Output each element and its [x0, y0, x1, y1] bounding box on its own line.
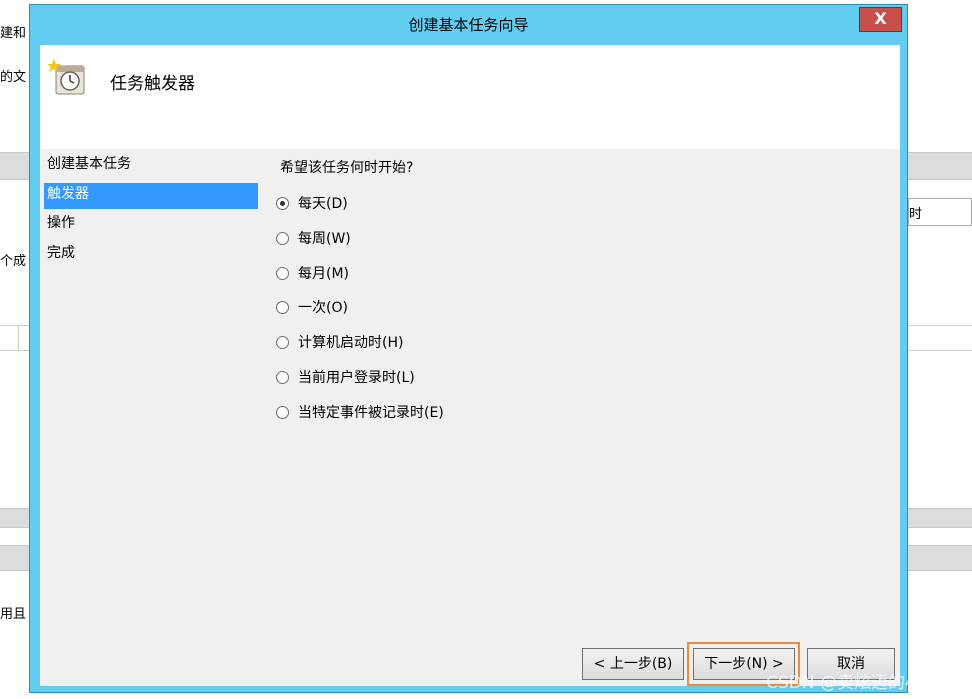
bg-header-strip: [0, 508, 29, 528]
bg-header-strip: [0, 152, 29, 180]
bg-header-strip: [0, 545, 29, 571]
radio-button[interactable]: [276, 370, 289, 384]
radio-label: 计算机启动时(H): [298, 335, 404, 351]
radio-button[interactable]: [276, 231, 289, 245]
watermark: CSDN @卖炫迈的小男孩: [766, 673, 956, 693]
bg-line: [0, 325, 29, 326]
radio-once[interactable]: 一次(O): [276, 295, 348, 319]
radio-on-event[interactable]: 当特定事件被记录时(E): [276, 400, 444, 424]
bg-header-strip: [908, 152, 972, 180]
bg-text: 用且: [0, 607, 27, 622]
bg-line: [0, 350, 29, 351]
radio-button[interactable]: [276, 266, 289, 280]
radio-label: 每天(D): [298, 196, 348, 212]
trigger-options-panel: 希望该任务何时开始? 每天(D) 每周(W) 每月(M) 一次(O) 计算机启动…: [260, 149, 900, 619]
nav-step-label: 触发器: [47, 186, 89, 202]
bg-text: 时: [909, 207, 923, 222]
create-basic-task-wizard: 创建基本任务向导 X 任务触发器 创建基本任务 触发器 操作 完成 希望该任务何…: [29, 4, 908, 693]
radio-at-startup[interactable]: 计算机启动时(H): [276, 330, 403, 354]
radio-button[interactable]: [276, 300, 289, 314]
wizard-steps-nav: 创建基本任务 触发器 操作 完成: [40, 149, 260, 686]
close-button[interactable]: X: [859, 7, 902, 32]
nav-step-trigger[interactable]: 触发器: [44, 183, 258, 209]
bg-text: 建和: [0, 26, 27, 41]
radio-button[interactable]: [276, 196, 289, 210]
radio-at-logon[interactable]: 当前用户登录时(L): [276, 365, 415, 389]
title-bar[interactable]: 创建基本任务向导 X: [30, 5, 907, 43]
bg-line: [18, 325, 19, 351]
close-icon: X: [874, 9, 887, 28]
dialog-client-area: 任务触发器 创建基本任务 触发器 操作 完成 希望该任务何时开始? 每天(D): [40, 45, 900, 686]
nav-step-label: 操作: [47, 215, 75, 231]
nav-step-label: 完成: [47, 245, 75, 261]
radio-label: 当特定事件被记录时(E): [298, 405, 444, 421]
back-button[interactable]: < 上一步(B): [582, 648, 684, 680]
bg-line: [908, 350, 972, 351]
bg-header-strip: [908, 508, 972, 528]
radio-label: 一次(O): [298, 300, 348, 316]
radio-label: 每月(M): [298, 266, 350, 282]
bg-header-strip: [908, 545, 972, 571]
radio-label: 当前用户登录时(L): [298, 370, 415, 386]
nav-step-finish[interactable]: 完成: [44, 242, 258, 268]
radio-label: 每周(W): [298, 231, 351, 247]
nav-step-label: 创建基本任务: [47, 156, 131, 172]
bg-line: [908, 325, 972, 326]
radio-button[interactable]: [276, 405, 289, 419]
radio-daily[interactable]: 每天(D): [276, 191, 348, 215]
radio-button[interactable]: [276, 335, 289, 349]
radio-weekly[interactable]: 每周(W): [276, 226, 351, 250]
nav-step-create-task[interactable]: 创建基本任务: [44, 153, 258, 179]
radio-monthly[interactable]: 每月(M): [276, 261, 349, 285]
page-title: 任务触发器: [110, 74, 195, 94]
bg-text: 的文: [0, 70, 27, 85]
task-clock-icon: [48, 59, 85, 95]
bg-text: 个成: [0, 254, 27, 269]
nav-step-action[interactable]: 操作: [44, 212, 258, 238]
wizard-header: 任务触发器: [40, 45, 900, 149]
trigger-question: 希望该任务何时开始?: [280, 160, 414, 176]
bg-field: 时: [908, 198, 972, 226]
window-title: 创建基本任务向导: [408, 16, 529, 34]
